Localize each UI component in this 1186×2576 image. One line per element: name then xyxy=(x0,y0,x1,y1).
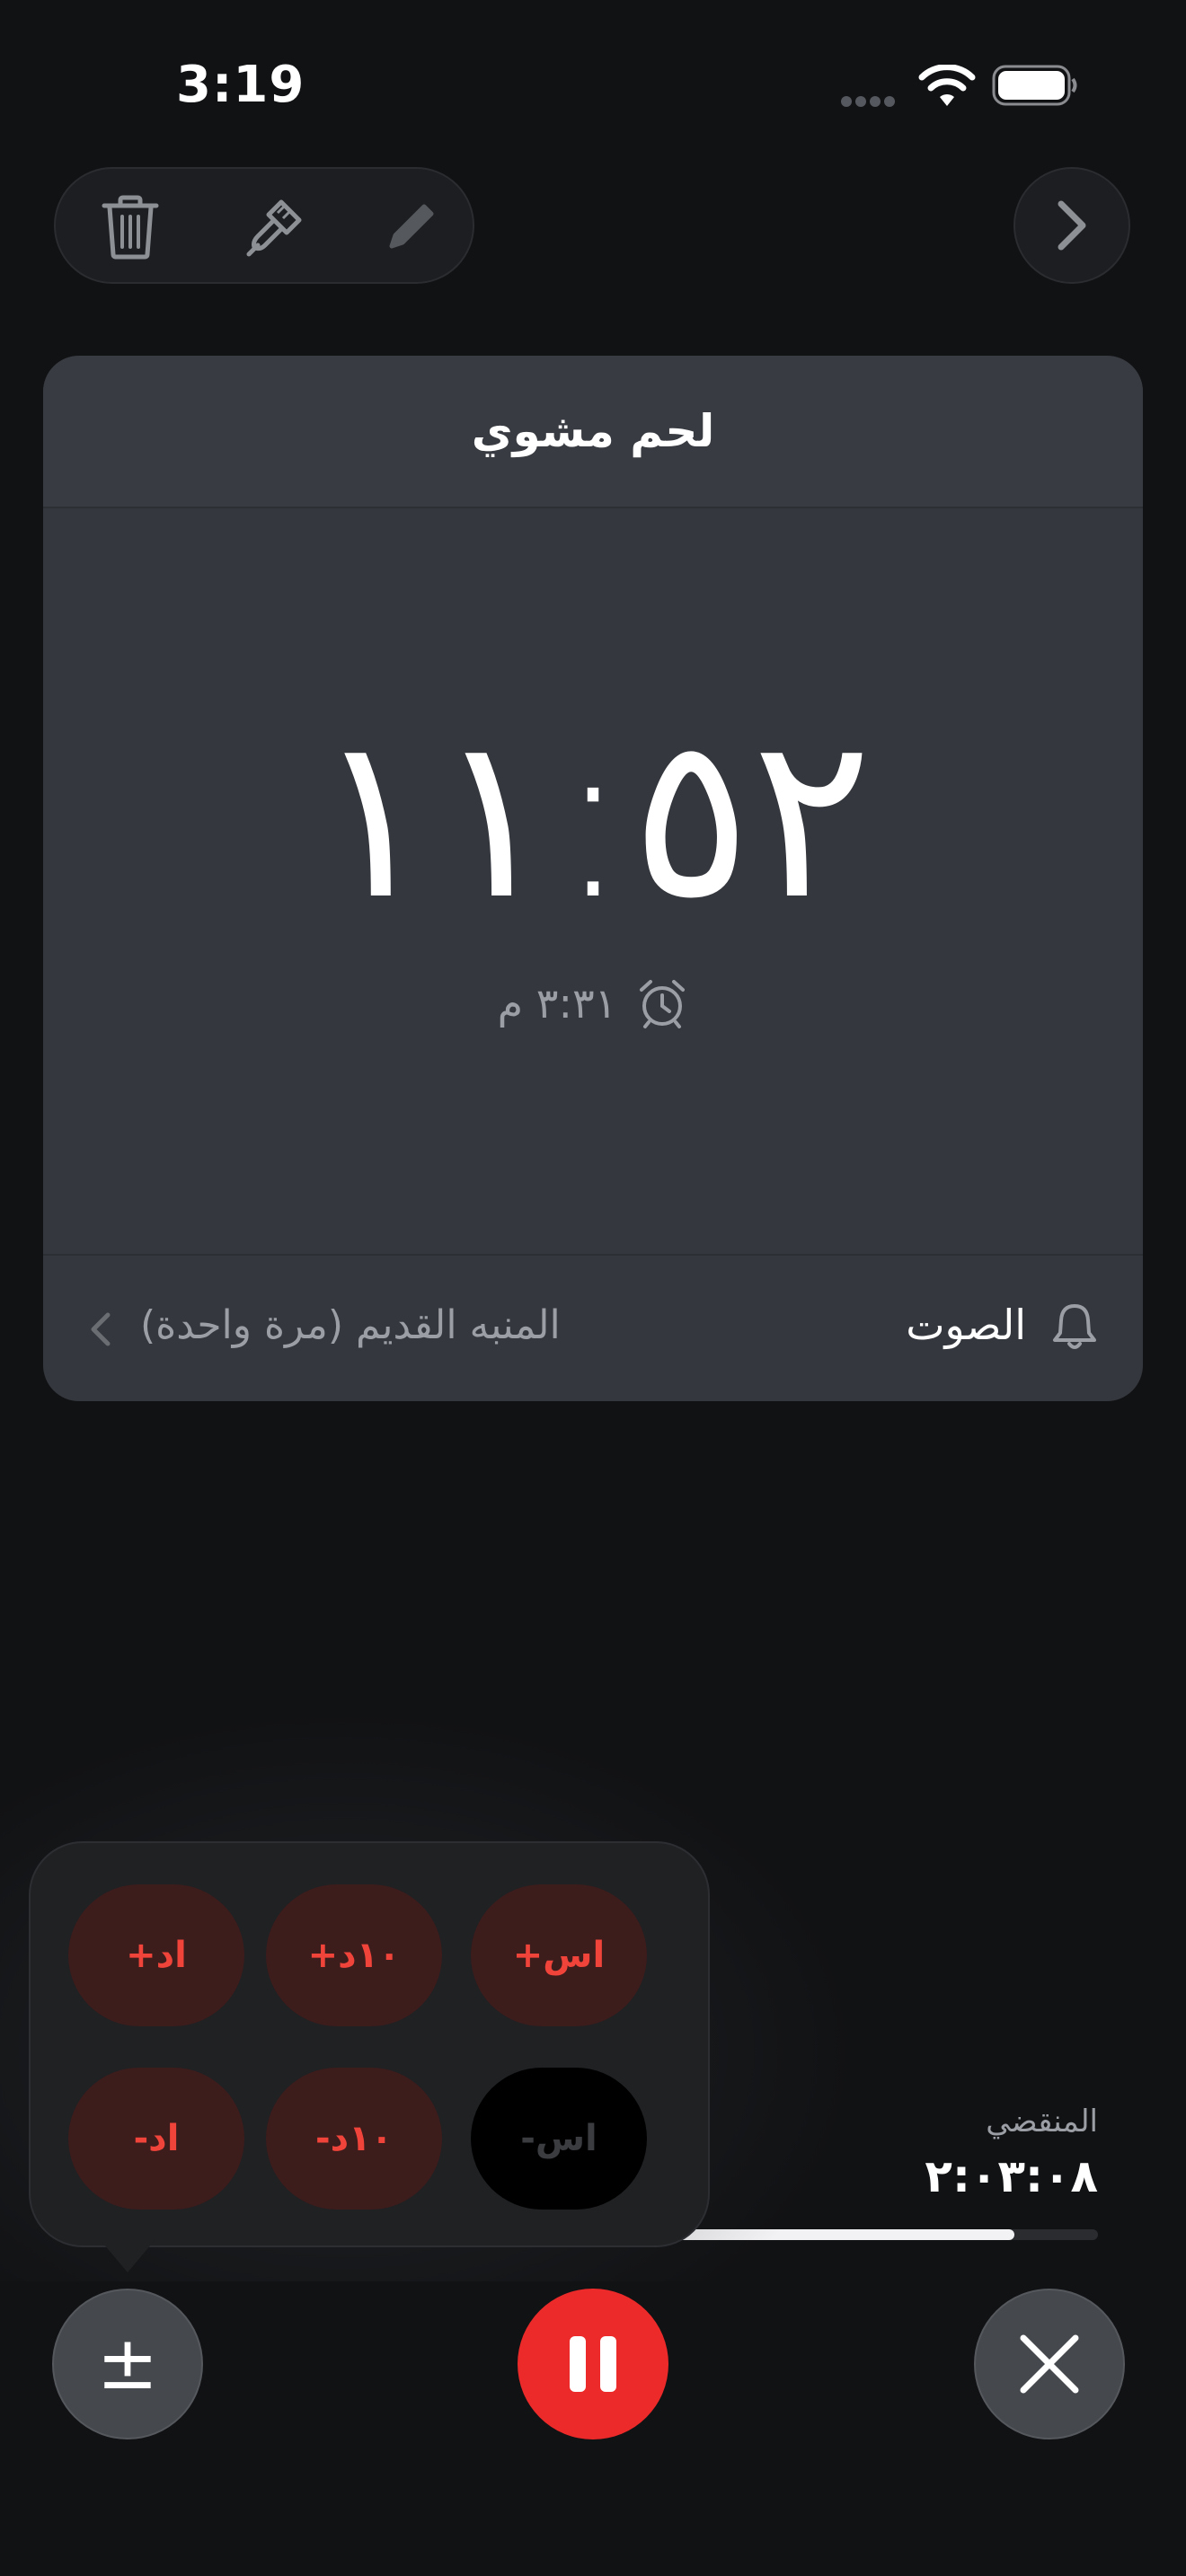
add-1-hour-button[interactable]: +اس xyxy=(471,1884,647,2026)
pause-icon xyxy=(570,2336,616,2392)
sound-row[interactable]: الصوت المنبه القديم (مرة واحدة) xyxy=(43,1256,1143,1401)
delete-button[interactable] xyxy=(92,189,169,266)
trash-icon xyxy=(102,195,159,260)
alarm-clock-icon xyxy=(640,980,686,1028)
chevron-right-icon xyxy=(1058,200,1086,251)
end-time: ٣:٣١ م xyxy=(497,979,617,1028)
adjust-time-button[interactable]: ± xyxy=(52,2289,203,2439)
cellular-signal-icon xyxy=(841,93,904,107)
subtract-1-hour-button[interactable]: -اس xyxy=(471,2068,647,2210)
popover-tail xyxy=(99,2238,156,2272)
timer-card: لحم مشوي ١١:٥٢ ٣:٣١ م الصوت المنبه القدي… xyxy=(43,356,1143,1401)
wifi-icon xyxy=(918,65,976,106)
pencil-icon xyxy=(389,204,434,249)
chevron-left-icon xyxy=(91,1312,111,1346)
add-1-minute-button[interactable]: +اد xyxy=(68,1884,244,2026)
timer-header: لحم مشوي xyxy=(43,356,1143,508)
style-button[interactable] xyxy=(235,189,313,266)
bell-icon xyxy=(1053,1304,1096,1349)
add-10-minutes-button[interactable]: +١٠د xyxy=(266,1884,442,2026)
next-button[interactable] xyxy=(1013,167,1130,284)
status-time: 3:19 xyxy=(176,56,305,114)
remaining-time: ١١:٥٢ xyxy=(314,687,872,948)
timer-screen: 3:19 لحم مشوي ١١:٥٢ ٣:٣١ م الصوت المنبه … xyxy=(0,0,1186,2576)
adjust-popover: +اس +١٠د +اد -اس -١٠د -اد xyxy=(29,1841,710,2247)
sound-label: الصوت xyxy=(906,1301,1026,1349)
sound-value: المنبه القديم (مرة واحدة) xyxy=(140,1302,561,1348)
elapsed-label: المنقضي xyxy=(986,2104,1098,2139)
toolbar xyxy=(54,167,474,284)
edit-button[interactable] xyxy=(372,189,449,266)
plus-minus-icon: ± xyxy=(96,2321,159,2406)
subtract-1-minute-button[interactable]: -اد xyxy=(68,2068,244,2210)
battery-icon xyxy=(992,65,1077,106)
pause-button[interactable] xyxy=(518,2289,668,2439)
timer-title: لحم مشوي xyxy=(471,405,715,457)
close-icon xyxy=(1020,2334,1079,2394)
end-time-row: ٣:٣١ م xyxy=(43,977,1143,1029)
subtract-10-minutes-button[interactable]: -١٠د xyxy=(266,2068,442,2210)
elapsed-value: ٢:٠٣:٠٨ xyxy=(925,2150,1098,2202)
paintbrush-icon xyxy=(246,199,302,257)
cancel-button[interactable] xyxy=(974,2289,1125,2439)
